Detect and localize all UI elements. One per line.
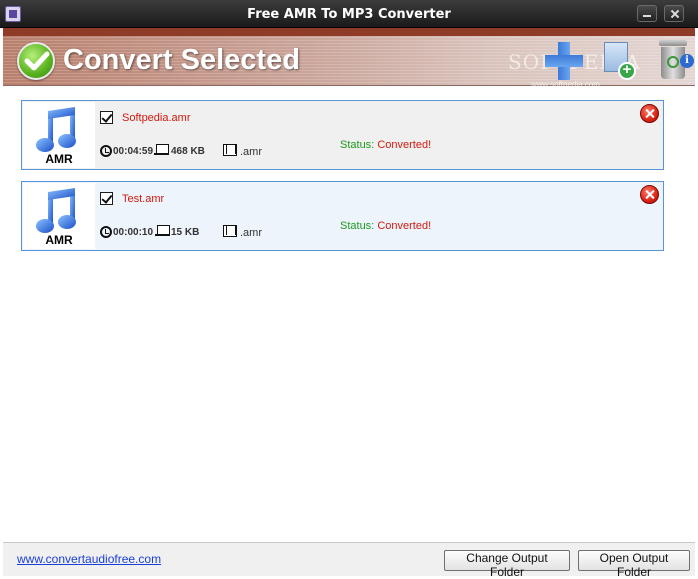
music-note-icon (36, 188, 76, 233)
file-duration: 00:00:10 (113, 227, 154, 238)
laptop-icon (154, 144, 169, 155)
toolbar: Convert Selected SOFTPEDIA www.softpedia… (3, 28, 695, 89)
status-value: Converted! (377, 139, 432, 151)
change-output-folder-button[interactable]: Change Output Folder (444, 550, 570, 579)
file-list: AMR Softpedia.amr 00:04:59 468 KB .amr S… (3, 87, 695, 542)
plus-icon: + (618, 62, 636, 80)
file-size: 15 KB (171, 227, 200, 238)
status-label: Status: (340, 220, 375, 232)
file-thumbnail: AMR (23, 183, 95, 249)
minimize-button[interactable] (637, 5, 657, 22)
file-format: .amr (240, 146, 262, 158)
file-size: 468 KB (171, 146, 205, 157)
checkmark-icon (24, 51, 50, 71)
window-title: Free AMR To MP3 Converter (247, 7, 451, 22)
website-link[interactable]: www.convertaudiofree.com (17, 552, 161, 566)
file-duration: 00:04:59 (113, 146, 154, 157)
close-button[interactable] (664, 5, 684, 22)
add-files-icon[interactable] (545, 42, 583, 80)
file-type-label: AMR (45, 233, 73, 247)
music-note-icon (36, 107, 76, 152)
status-label: Status: (340, 139, 375, 151)
recycle-bin-lid-icon (659, 40, 687, 46)
convert-selected-button[interactable] (17, 42, 55, 80)
file-status: Status: Converted! (340, 220, 431, 232)
title-bar: Free AMR To MP3 Converter (0, 0, 698, 28)
convert-selected-label[interactable]: Convert Selected (63, 44, 300, 77)
file-thumbnail: AMR (23, 102, 95, 168)
file-name: Softpedia.amr (122, 112, 191, 124)
file-name: Test.amr (122, 193, 165, 205)
clock-icon (100, 226, 112, 238)
footer-bar: www.convertaudiofree.com Change Output F… (3, 542, 695, 579)
file-type-label: AMR (45, 152, 73, 166)
film-icon (223, 144, 237, 156)
file-item[interactable]: AMR Softpedia.amr 00:04:59 468 KB .amr S… (21, 100, 664, 170)
file-format: .amr (240, 227, 262, 239)
file-status: Status: Converted! (340, 139, 431, 151)
add-file-button[interactable]: + (602, 42, 638, 82)
remove-file-button[interactable] (640, 185, 659, 204)
info-button[interactable]: i (680, 54, 694, 68)
file-checkbox[interactable] (100, 192, 113, 205)
remove-file-button[interactable] (640, 104, 659, 123)
open-output-folder-button[interactable]: Open Output Folder (578, 550, 690, 579)
file-checkbox[interactable] (100, 111, 113, 124)
film-icon (223, 225, 237, 237)
clock-icon (100, 145, 112, 157)
status-value: Converted! (377, 220, 432, 232)
recycle-symbol-icon (667, 56, 679, 68)
laptop-icon (155, 225, 170, 236)
file-item[interactable]: AMR Test.amr 00:00:10 15 KB .amr Status:… (21, 181, 664, 251)
